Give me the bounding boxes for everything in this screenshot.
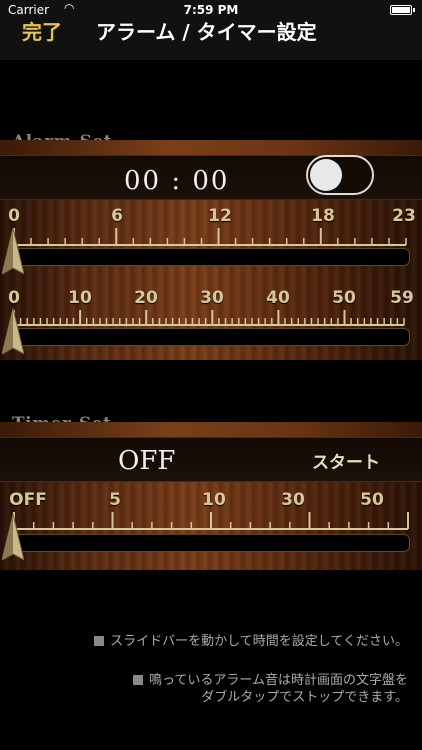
hour-slider-track[interactable] xyxy=(14,248,410,266)
minute-tick-label: 40 xyxy=(266,288,290,308)
instruction-note-slider: スライドバーを動かして時間を設定してください。 xyxy=(94,633,408,650)
timer-tick-label: 10 xyxy=(202,490,226,510)
bullet-square-icon xyxy=(133,675,144,685)
timer-tick-label: 30 xyxy=(281,490,305,510)
done-button[interactable]: 完了 xyxy=(22,16,62,45)
minute-tick-label: 30 xyxy=(200,288,224,308)
minute-tick-label: 0 xyxy=(8,288,20,308)
alarm-toggle-knob[interactable] xyxy=(310,159,342,191)
timer-slider-track[interactable] xyxy=(14,534,410,552)
minute-tick-label: 10 xyxy=(68,288,92,308)
minute-tick-label: 50 xyxy=(332,288,356,308)
alarm-time-display: 00 : 00 xyxy=(124,166,230,196)
hour-tick-label: 18 xyxy=(311,206,335,226)
minute-slider-track[interactable] xyxy=(14,328,410,346)
note-text: 鳴っているアラーム音は時計画面の文字盤を xyxy=(149,673,408,688)
minute-tick-label: 20 xyxy=(134,288,158,308)
hour-scale-ticks xyxy=(13,228,407,246)
alarm-toggle[interactable] xyxy=(306,155,374,195)
timer-status-display: OFF xyxy=(118,446,176,476)
minute-slider-handle[interactable] xyxy=(2,308,24,356)
minute-scale-ticks xyxy=(13,310,405,326)
minute-tick-label: 59 xyxy=(390,288,414,308)
timer-slider-handle[interactable] xyxy=(2,514,24,562)
timer-tick-label: OFF xyxy=(9,490,47,510)
timer-tick-label: 50 xyxy=(360,490,384,510)
hour-tick-label: 12 xyxy=(208,206,232,226)
timer-scale-ticks xyxy=(13,512,409,530)
battery-icon xyxy=(390,5,415,15)
note-text: スライドバーを動かして時間を設定してください。 xyxy=(110,634,408,649)
navigation-bar: Carrier ◠ 7:59 PM 完了 アラーム / タイマー設定 xyxy=(0,0,422,60)
bullet-square-icon xyxy=(94,636,105,646)
timer-tick-label: 5 xyxy=(109,490,121,510)
instruction-note-stop: 鳴っているアラーム音は時計画面の文字盤を ダブルタップでストップできます。 xyxy=(133,672,408,706)
status-time: 7:59 PM xyxy=(183,3,239,17)
timer-start-button[interactable]: スタート xyxy=(312,448,380,473)
hour-tick-label: 0 xyxy=(8,206,20,226)
page-title: アラーム / タイマー設定 xyxy=(96,20,317,44)
hour-tick-label: 23 xyxy=(392,206,416,226)
hour-slider-handle[interactable] xyxy=(2,228,24,276)
note-text: ダブルタップでストップできます。 xyxy=(201,690,408,705)
hour-tick-label: 6 xyxy=(111,206,123,226)
